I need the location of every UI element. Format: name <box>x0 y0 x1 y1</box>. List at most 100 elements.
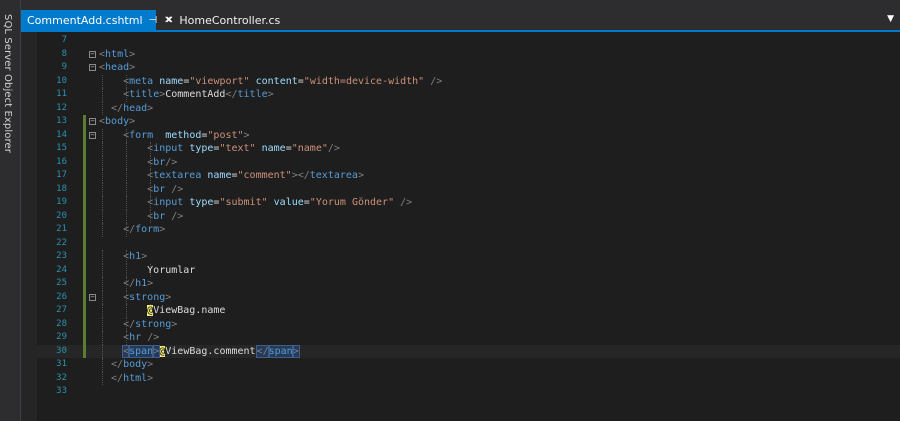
indent-guide <box>102 304 103 318</box>
tab-commentadd-cshtml[interactable]: CommentAdd.cshtml ⊣ ✕ <box>21 10 174 30</box>
code-line[interactable]: 28 </strong> <box>37 317 900 331</box>
code-token: form <box>129 129 154 141</box>
code-text: <html> <box>99 48 135 62</box>
code-line[interactable]: 7 <box>37 34 900 48</box>
code-line[interactable]: 30 <span>@ViewBag.comment</span> <box>37 344 900 359</box>
code-token: > <box>165 291 172 303</box>
code-token: name <box>207 170 232 181</box>
code-text: <span>@ViewBag.comment</span> <box>122 344 300 359</box>
code-line[interactable]: 29 <hr /> <box>37 331 900 345</box>
code-line[interactable]: 15 <input type="text" name="name"/> <box>37 142 900 156</box>
pin-icon[interactable]: ⊣ <box>149 15 158 26</box>
code-line[interactable]: 14 − <form method="post"> <box>37 128 900 142</box>
code-token: > <box>243 129 250 141</box>
line-number: 32 <box>56 372 67 383</box>
code-text: </body> <box>111 358 153 372</box>
tab-overflow-dropdown-icon[interactable]: ▼ <box>887 14 894 24</box>
indent-guide <box>102 371 103 385</box>
code-line[interactable]: 12 </head> <box>37 101 900 116</box>
collapse-icon[interactable]: − <box>89 64 96 71</box>
code-token: ViewBag.comment <box>165 345 256 357</box>
change-indicator <box>83 317 86 331</box>
code-text: <textarea name="comment"></textarea> <box>147 169 364 183</box>
line-number: 25 <box>56 278 67 288</box>
indent-guide <box>102 358 103 372</box>
line-number: 8 <box>61 48 67 59</box>
code-line[interactable]: 18 <br /> <box>37 182 900 197</box>
code-token: > <box>267 89 274 100</box>
code-token: "viewport" <box>189 75 250 87</box>
indent-guide <box>126 182 128 196</box>
code-line[interactable]: 25 </h1> <box>37 277 900 291</box>
collapse-icon[interactable]: − <box>89 131 96 139</box>
code-line[interactable]: 8 − <html> <box>37 48 900 62</box>
indent-guide <box>102 317 103 331</box>
code-token: ViewBag.name <box>153 305 226 316</box>
code-token: > <box>357 170 364 181</box>
line-number: 27 <box>56 305 67 315</box>
code-token: h1 <box>135 278 148 289</box>
change-indicator <box>83 250 86 264</box>
code-line[interactable]: 17 <textarea name="comment"></textarea> <box>37 169 900 183</box>
code-text: <br /> <box>147 210 183 224</box>
code-line[interactable]: 10 <meta name="viewport" content="width=d… <box>37 74 900 88</box>
code-text: <br/> <box>147 156 177 170</box>
change-indicator <box>83 115 86 129</box>
code-line[interactable]: 13 − <body> <box>37 115 900 129</box>
indent-guide <box>102 128 103 142</box>
code-token: hr <box>129 332 142 343</box>
code-line[interactable]: 9 − <head> <box>37 61 900 75</box>
collapse-icon[interactable]: − <box>89 118 96 125</box>
code-text: </head> <box>111 102 153 116</box>
line-number: 18 <box>56 183 67 194</box>
code-editor[interactable]: 7 8− <html> 9− <head> 10 <meta name="viewport"… <box>37 32 900 421</box>
indent-guide <box>126 209 128 223</box>
sql-server-object-explorer-tab[interactable]: SQL Server Object Explorer <box>2 14 13 153</box>
code-text: </h1> <box>123 277 153 291</box>
code-token: br <box>153 183 166 195</box>
change-indicator <box>83 263 86 277</box>
code-token: br <box>153 210 166 222</box>
code-token: input <box>153 143 184 154</box>
code-token: > <box>147 102 154 114</box>
code-token: method <box>165 129 202 141</box>
code-line[interactable]: 32 </html> <box>37 371 900 385</box>
code-token: input <box>153 197 184 208</box>
document-tab-bar: CommentAdd.cshtml ⊣ ✕ ✕ HomeController.c… <box>21 0 900 32</box>
change-indicator <box>83 236 86 250</box>
collapse-icon[interactable]: − <box>89 293 96 301</box>
code-line[interactable]: 16 <br/> <box>37 155 900 170</box>
code-line[interactable]: 27 @ViewBag.name <box>37 304 900 318</box>
code-token: "comment" <box>237 170 292 181</box>
tab-homecontroller-cs[interactable]: ✕ HomeController.cs <box>158 10 280 30</box>
code-line[interactable]: 33 <box>37 385 900 399</box>
collapse-icon[interactable]: − <box>89 50 96 58</box>
code-token: value <box>273 197 304 208</box>
code-line[interactable]: 21 </form> <box>37 223 900 237</box>
code-text: <input type="text" name="name"/> <box>147 142 340 156</box>
code-text: <title>CommentAdd</title> <box>123 88 274 102</box>
code-line[interactable]: 31 </body> <box>37 358 900 372</box>
code-line[interactable]: 26 − <strong> <box>37 290 900 304</box>
code-line[interactable]: 23 <h1> <box>37 250 900 264</box>
code-text: <br /> <box>147 183 183 197</box>
code-line[interactable]: 19 <input type="submit" value="Yorum Gönd… <box>37 196 900 210</box>
code-text: <h1> <box>123 250 147 264</box>
code-line[interactable]: 20 <br /> <box>37 209 900 224</box>
close-icon[interactable]: ✕ <box>164 15 172 26</box>
code-token: > <box>159 224 166 235</box>
indent-guide <box>102 290 103 304</box>
change-indicator <box>83 304 86 318</box>
indent-guide <box>126 155 128 169</box>
code-line[interactable]: 11 <title>CommentAdd</title> <box>37 88 900 102</box>
indent-guide <box>102 250 103 264</box>
code-line[interactable]: 22 <box>37 236 900 250</box>
code-text: Yorumlar <box>147 264 195 278</box>
indent-guide <box>102 155 103 169</box>
code-token: name <box>261 143 286 154</box>
indent-guide <box>126 142 128 156</box>
code-token: body <box>105 116 130 127</box>
code-token: > <box>129 48 136 60</box>
code-line[interactable]: 24 Yorumlar <box>37 263 900 278</box>
change-indicator <box>83 331 86 345</box>
